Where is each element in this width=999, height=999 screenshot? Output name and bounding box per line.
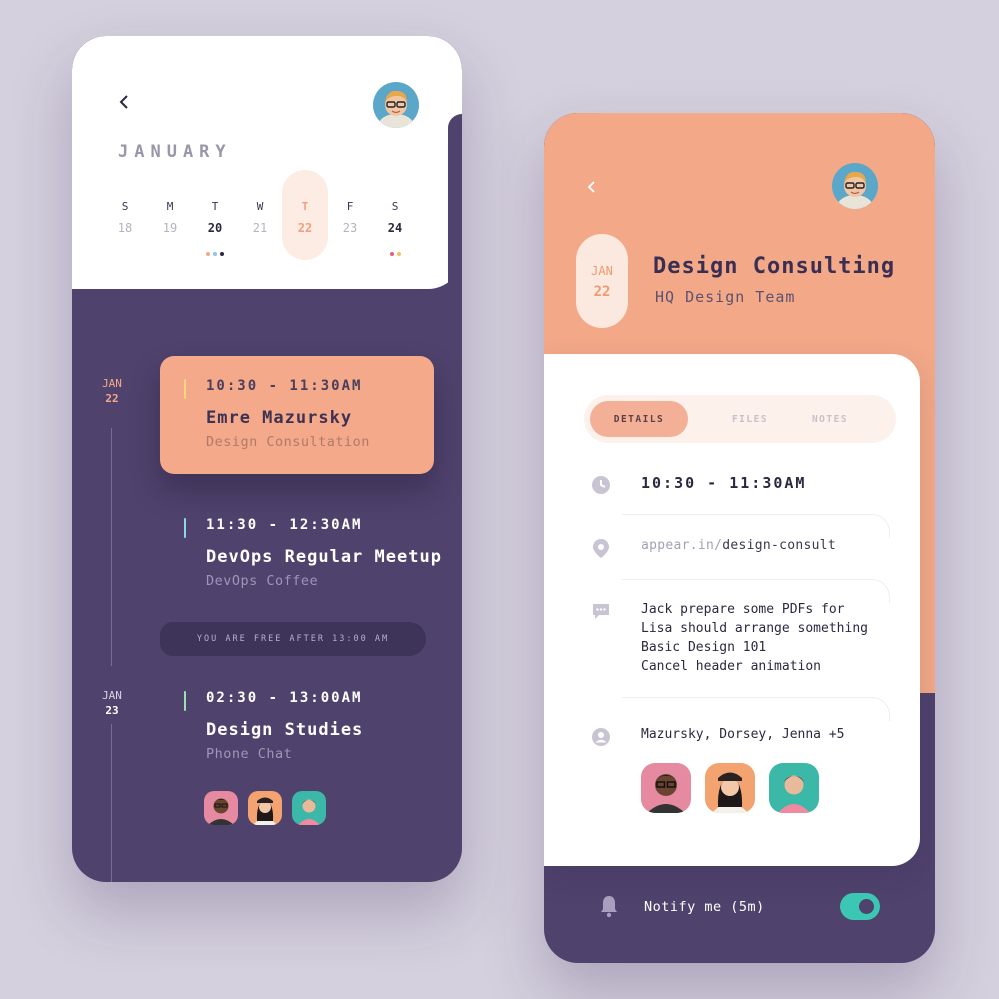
clock-icon	[592, 476, 610, 494]
event-team: HQ Design Team	[655, 288, 796, 306]
attendee-avatar[interactable]	[641, 763, 691, 813]
meeting-link[interactable]: appear.in/design-consult	[641, 538, 836, 553]
day-18[interactable]: S 18	[102, 170, 148, 260]
bell-icon	[601, 896, 617, 918]
calendar-screen: JANUARY S 18 M 19 T 20 W 21 T 22 F 23 S …	[72, 36, 462, 882]
timeline-date-jan-23: JAN 23	[102, 689, 122, 717]
attendee-list	[641, 763, 819, 813]
person-avatar-icon	[705, 763, 755, 813]
attendees-summary: Mazursky, Dorsey, Jenna +5	[641, 727, 845, 742]
timeline-date-jan-22: JAN 22	[102, 377, 122, 405]
event-dots	[372, 252, 418, 256]
day-23[interactable]: F 23	[327, 170, 373, 260]
tab-files[interactable]: FILES	[712, 401, 788, 437]
attendee-avatar[interactable]	[204, 791, 238, 825]
event-detail-screen: JAN 22 Design Consulting HQ Design Team …	[544, 113, 935, 963]
person-avatar-icon	[292, 791, 326, 825]
attendee-avatar[interactable]	[292, 791, 326, 825]
back-button[interactable]	[578, 173, 606, 201]
event-card-design-studies[interactable]: 02:30 - 13:00AM Design Studies Phone Cha…	[160, 668, 434, 768]
event-title: Design Consulting	[653, 254, 896, 279]
event-title: DevOps Regular Meetup	[206, 547, 442, 567]
day-21[interactable]: W 21	[237, 170, 283, 260]
notify-toggle[interactable]	[840, 893, 880, 920]
week-strip: S 18 M 19 T 20 W 21 T 22 F 23 S 24	[108, 170, 420, 262]
day-24[interactable]: S 24	[372, 170, 418, 260]
attendee-avatar[interactable]	[705, 763, 755, 813]
attendee-avatar[interactable]	[769, 763, 819, 813]
person-avatar-icon	[641, 763, 691, 813]
event-card-emre-mazursky[interactable]: 10:30 - 11:30AM Emre Mazursky Design Con…	[160, 356, 434, 474]
location-pin-icon	[593, 539, 609, 558]
attendee-list	[204, 791, 326, 825]
meeting-notes: Jack prepare some PDFs for Lisa should a…	[641, 602, 868, 674]
attendee-avatar[interactable]	[248, 791, 282, 825]
person-avatar-icon	[248, 791, 282, 825]
person-avatar-icon	[769, 763, 819, 813]
notify-label: Notify me (5m)	[644, 899, 765, 915]
event-subtitle: Phone Chat	[206, 746, 293, 762]
calendar-header: JANUARY S 18 M 19 T 20 W 21 T 22 F 23 S …	[72, 36, 462, 294]
event-subtitle: Design Consultation	[206, 434, 370, 450]
tab-details[interactable]: DETAILS	[590, 401, 688, 437]
event-time: 10:30 - 11:30AM	[641, 474, 807, 492]
day-22-selected[interactable]: T 22	[282, 170, 328, 260]
event-title: Emre Mazursky	[206, 408, 353, 428]
month-title: JANUARY	[118, 142, 232, 162]
event-title: Design Studies	[206, 720, 364, 740]
free-time-notice: YOU ARE FREE AFTER 13:00 AM	[160, 622, 426, 656]
event-dots	[192, 252, 238, 256]
chevron-left-icon	[587, 181, 595, 193]
user-avatar-icon	[832, 163, 878, 209]
person-avatar-icon	[204, 791, 238, 825]
avatar[interactable]	[832, 163, 878, 209]
timeline-line	[111, 724, 112, 882]
user-avatar-icon	[373, 82, 419, 128]
timeline-line	[111, 428, 112, 666]
day-19[interactable]: M 19	[147, 170, 193, 260]
event-time: 10:30 - 11:30AM	[206, 378, 363, 394]
avatar[interactable]	[373, 82, 419, 128]
tab-bar: DETAILS FILES NOTES	[584, 395, 896, 443]
detail-card: DETAILS FILES NOTES 10:30 - 11:30AM appe…	[544, 354, 920, 866]
event-subtitle: DevOps Coffee	[206, 573, 319, 589]
person-icon	[592, 728, 610, 746]
event-card-devops-meetup[interactable]: 11:30 - 12:30AM DevOps Regular Meetup De…	[160, 495, 441, 595]
chat-bubble-icon	[593, 604, 609, 619]
back-button[interactable]	[110, 88, 138, 116]
tab-notes[interactable]: NOTES	[792, 401, 868, 437]
day-20[interactable]: T 20	[192, 170, 238, 260]
chevron-left-icon	[119, 95, 128, 109]
event-time: 02:30 - 13:00AM	[206, 690, 363, 706]
event-date-pill: JAN 22	[576, 234, 628, 328]
event-time: 11:30 - 12:30AM	[206, 517, 363, 533]
